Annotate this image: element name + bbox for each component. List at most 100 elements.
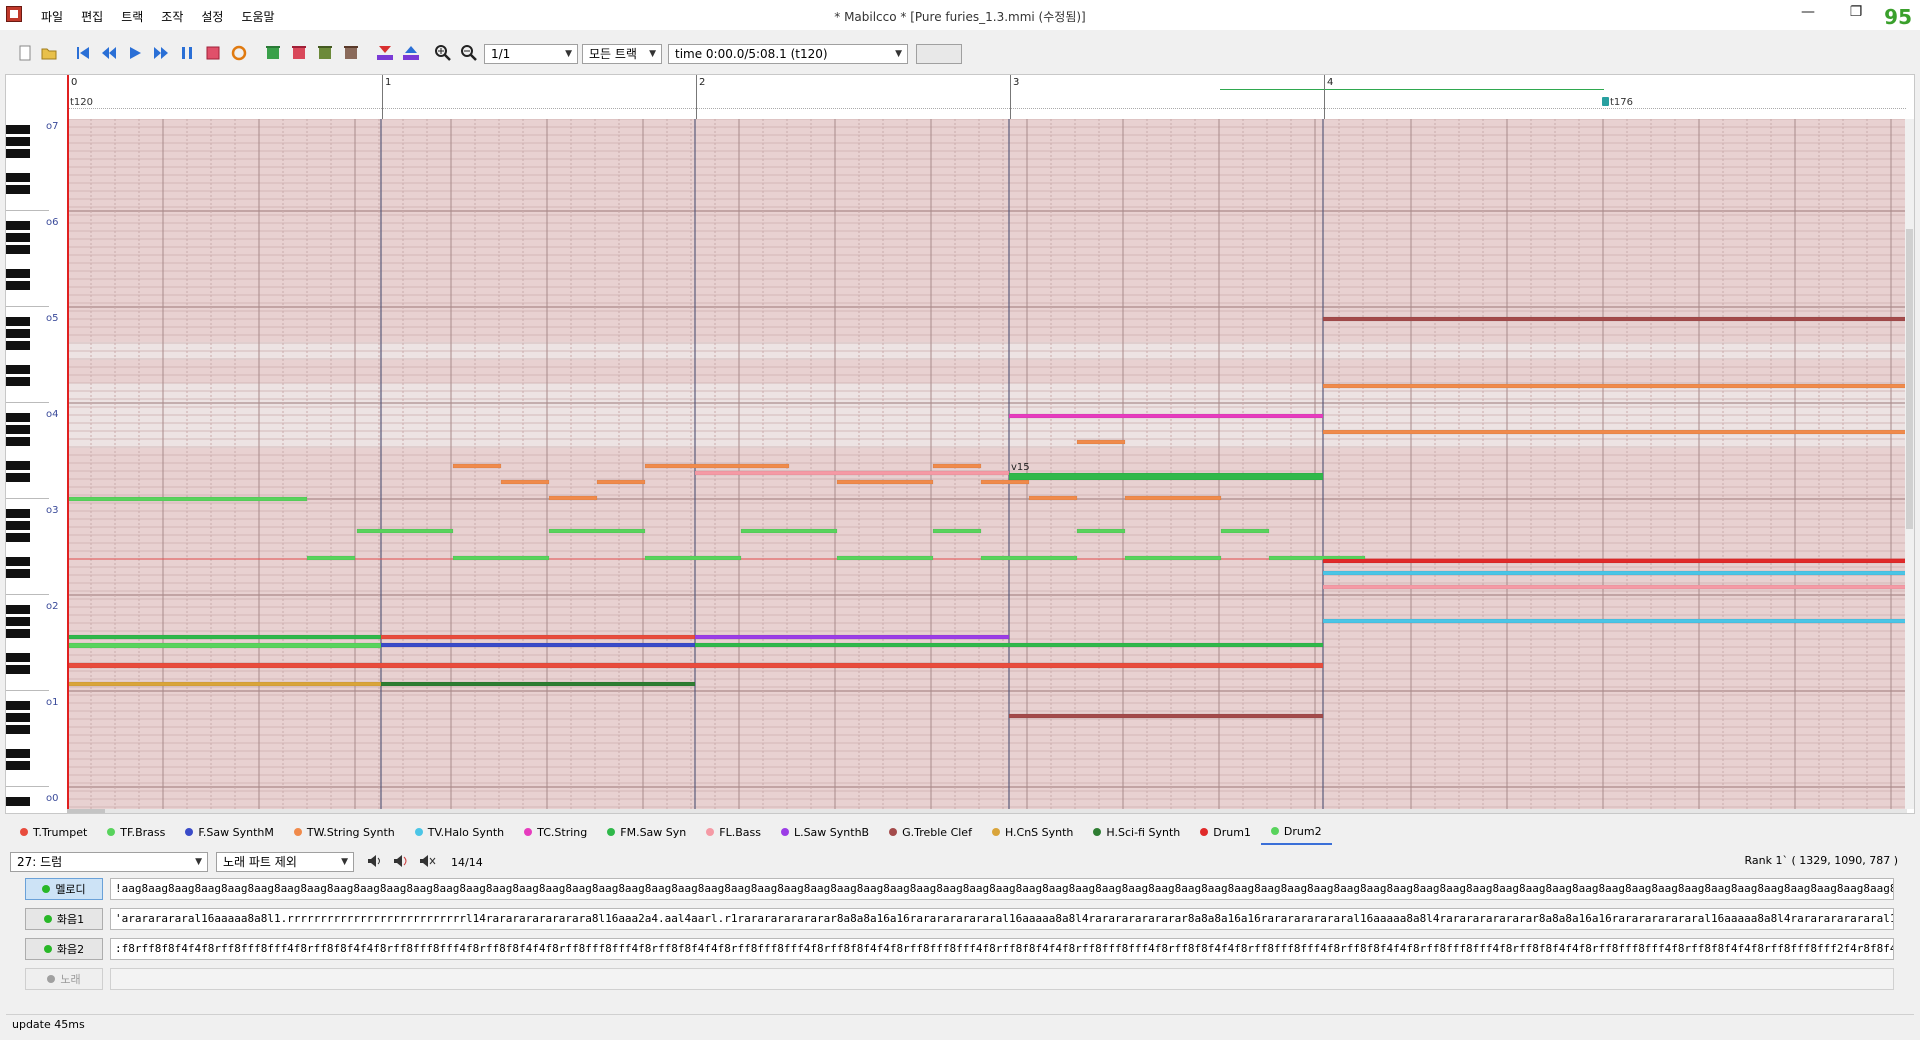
piano-black-key[interactable] — [6, 725, 30, 734]
time-select[interactable]: time 0:00.0/5:08.1 (t120) ▼ — [668, 44, 908, 64]
mute-speaker-icon[interactable] — [418, 852, 436, 870]
track-tab[interactable]: TC.String — [514, 820, 597, 844]
mml-part-button[interactable]: 멜로디 — [25, 878, 103, 900]
extra-field[interactable] — [916, 44, 962, 64]
piano-black-key[interactable] — [6, 125, 30, 134]
mml-text-input[interactable]: :f8rff8f8f4f4f8rff8fff8fff4f8rff8f8f4f4f… — [110, 938, 1894, 960]
piano-black-key[interactable] — [6, 629, 30, 638]
open-folder-icon[interactable] — [40, 44, 58, 62]
piano-black-key[interactable] — [6, 617, 30, 626]
mml-part-button[interactable]: 노래 — [25, 968, 103, 990]
loop-icon[interactable] — [230, 44, 248, 62]
piano-black-key[interactable] — [6, 425, 30, 434]
measure-ruler[interactable]: t120 t176 0 1 2 3 4 — [6, 75, 1914, 119]
piano-black-key[interactable] — [6, 185, 30, 194]
track-tab[interactable]: TF.Brass — [97, 820, 175, 844]
menu-item[interactable]: 설정 — [192, 6, 232, 27]
piano-black-key[interactable] — [6, 761, 30, 770]
mml-part-button[interactable]: 화음1 — [25, 908, 103, 930]
track-delete-icon[interactable] — [290, 44, 308, 62]
note-grid[interactable]: v15 — [67, 119, 1907, 809]
track-tab[interactable]: T.Trumpet — [10, 820, 97, 844]
zoom-in-icon[interactable] — [434, 44, 452, 62]
pause-icon[interactable] — [178, 44, 196, 62]
menu-item[interactable]: 조작 — [152, 6, 192, 27]
menu-item[interactable]: 파일 — [32, 6, 72, 27]
piano-black-key[interactable] — [6, 233, 30, 242]
mml-text-input[interactable] — [110, 968, 1894, 990]
scroll-thumb[interactable] — [67, 809, 105, 813]
track-tab[interactable]: TW.String Synth — [284, 820, 405, 844]
piano-black-key[interactable] — [6, 521, 30, 530]
menu-item[interactable]: 편집 — [72, 6, 112, 27]
scroll-thumb[interactable] — [1906, 229, 1913, 529]
track-tab[interactable]: FM.Saw Syn — [597, 820, 696, 844]
new-file-icon[interactable] — [16, 44, 34, 62]
track-tab[interactable]: TV.Halo Synth — [405, 820, 514, 844]
app-icon[interactable] — [6, 6, 22, 22]
track-tab[interactable]: H.Sci-fi Synth — [1083, 820, 1190, 844]
fast-forward-icon[interactable] — [152, 44, 170, 62]
instrument-select[interactable]: 27: 드럼 ▼ — [10, 852, 208, 872]
mml-import-icon[interactable] — [376, 44, 394, 62]
piano-black-key[interactable] — [6, 317, 30, 326]
piano-black-key[interactable] — [6, 137, 30, 146]
piano-black-key[interactable] — [6, 281, 30, 290]
menu-item[interactable]: 도움말 — [232, 6, 283, 27]
track-tab[interactable]: F.Saw SynthM — [175, 820, 284, 844]
piano-black-key[interactable] — [6, 173, 30, 182]
piano-black-key[interactable] — [6, 365, 30, 374]
piano-black-key[interactable] — [6, 437, 30, 446]
rewind-icon[interactable] — [100, 44, 118, 62]
mml-part-button[interactable]: 화음2 — [25, 938, 103, 960]
piano-black-key[interactable] — [6, 701, 30, 710]
horizontal-scrollbar[interactable] — [67, 809, 1907, 813]
track-tab[interactable]: FL.Bass — [696, 820, 771, 844]
track-tab[interactable]: Drum2 — [1260, 819, 1332, 845]
piano-black-key[interactable] — [6, 245, 30, 254]
piano-black-key[interactable] — [6, 533, 30, 542]
piano-black-key[interactable] — [6, 557, 30, 566]
piano-black-key[interactable] — [6, 713, 30, 722]
piano-black-key[interactable] — [6, 509, 30, 518]
track-tab[interactable]: L.Saw SynthB — [771, 820, 879, 844]
piano-black-key[interactable] — [6, 149, 30, 158]
zoom-out-icon[interactable] — [460, 44, 478, 62]
piano-black-key[interactable] — [6, 221, 30, 230]
track-tab[interactable]: H.CnS Synth — [982, 820, 1083, 844]
piano-black-key[interactable] — [6, 569, 30, 578]
piano-black-key[interactable] — [6, 605, 30, 614]
track-add-icon[interactable] — [264, 44, 282, 62]
solo-speaker-icon[interactable] — [392, 852, 410, 870]
menu-item[interactable]: 트랙 — [112, 6, 152, 27]
stop-icon[interactable] — [204, 44, 222, 62]
go-start-icon[interactable] — [74, 44, 92, 62]
track-filter-select[interactable]: 모든 트랙 ▼ — [582, 44, 662, 64]
piano-black-key[interactable] — [6, 749, 30, 758]
track-tab[interactable]: G.Treble Clef — [879, 820, 982, 844]
piano-black-key[interactable] — [6, 473, 30, 482]
piano-black-key[interactable] — [6, 329, 30, 338]
speaker-icon[interactable] — [366, 852, 384, 870]
part-filter-select[interactable]: 노래 파트 제외 ▼ — [216, 852, 354, 872]
mml-export-icon[interactable] — [402, 44, 420, 62]
zoom-select[interactable]: 1/1 ▼ — [484, 44, 578, 64]
piano-black-key[interactable] — [6, 269, 30, 278]
piano-black-key[interactable] — [6, 377, 30, 386]
piano-black-key[interactable] — [6, 653, 30, 662]
piano-black-key[interactable] — [6, 413, 30, 422]
tempo-marker[interactable] — [1602, 97, 1609, 106]
restore-button[interactable]: ❐ — [1838, 4, 1874, 20]
piano-black-key[interactable] — [6, 797, 30, 806]
play-icon[interactable] — [126, 44, 144, 62]
minimize-button[interactable]: — — [1790, 4, 1826, 20]
vertical-scrollbar[interactable] — [1905, 119, 1914, 809]
piano-black-key[interactable] — [6, 461, 30, 470]
mml-text-input[interactable]: 'arararararal16aaaaa8a8l1.rrrrrrrrrrrrrr… — [110, 908, 1894, 930]
track-tab[interactable]: Drum1 — [1190, 820, 1261, 844]
track-split-icon[interactable] — [316, 44, 334, 62]
piano-black-key[interactable] — [6, 341, 30, 350]
playhead[interactable] — [67, 75, 69, 809]
piano-keyboard[interactable] — [6, 119, 49, 809]
mml-text-input[interactable]: !aag8aag8aag8aag8aag8aag8aag8aag8aag8aag… — [110, 878, 1894, 900]
